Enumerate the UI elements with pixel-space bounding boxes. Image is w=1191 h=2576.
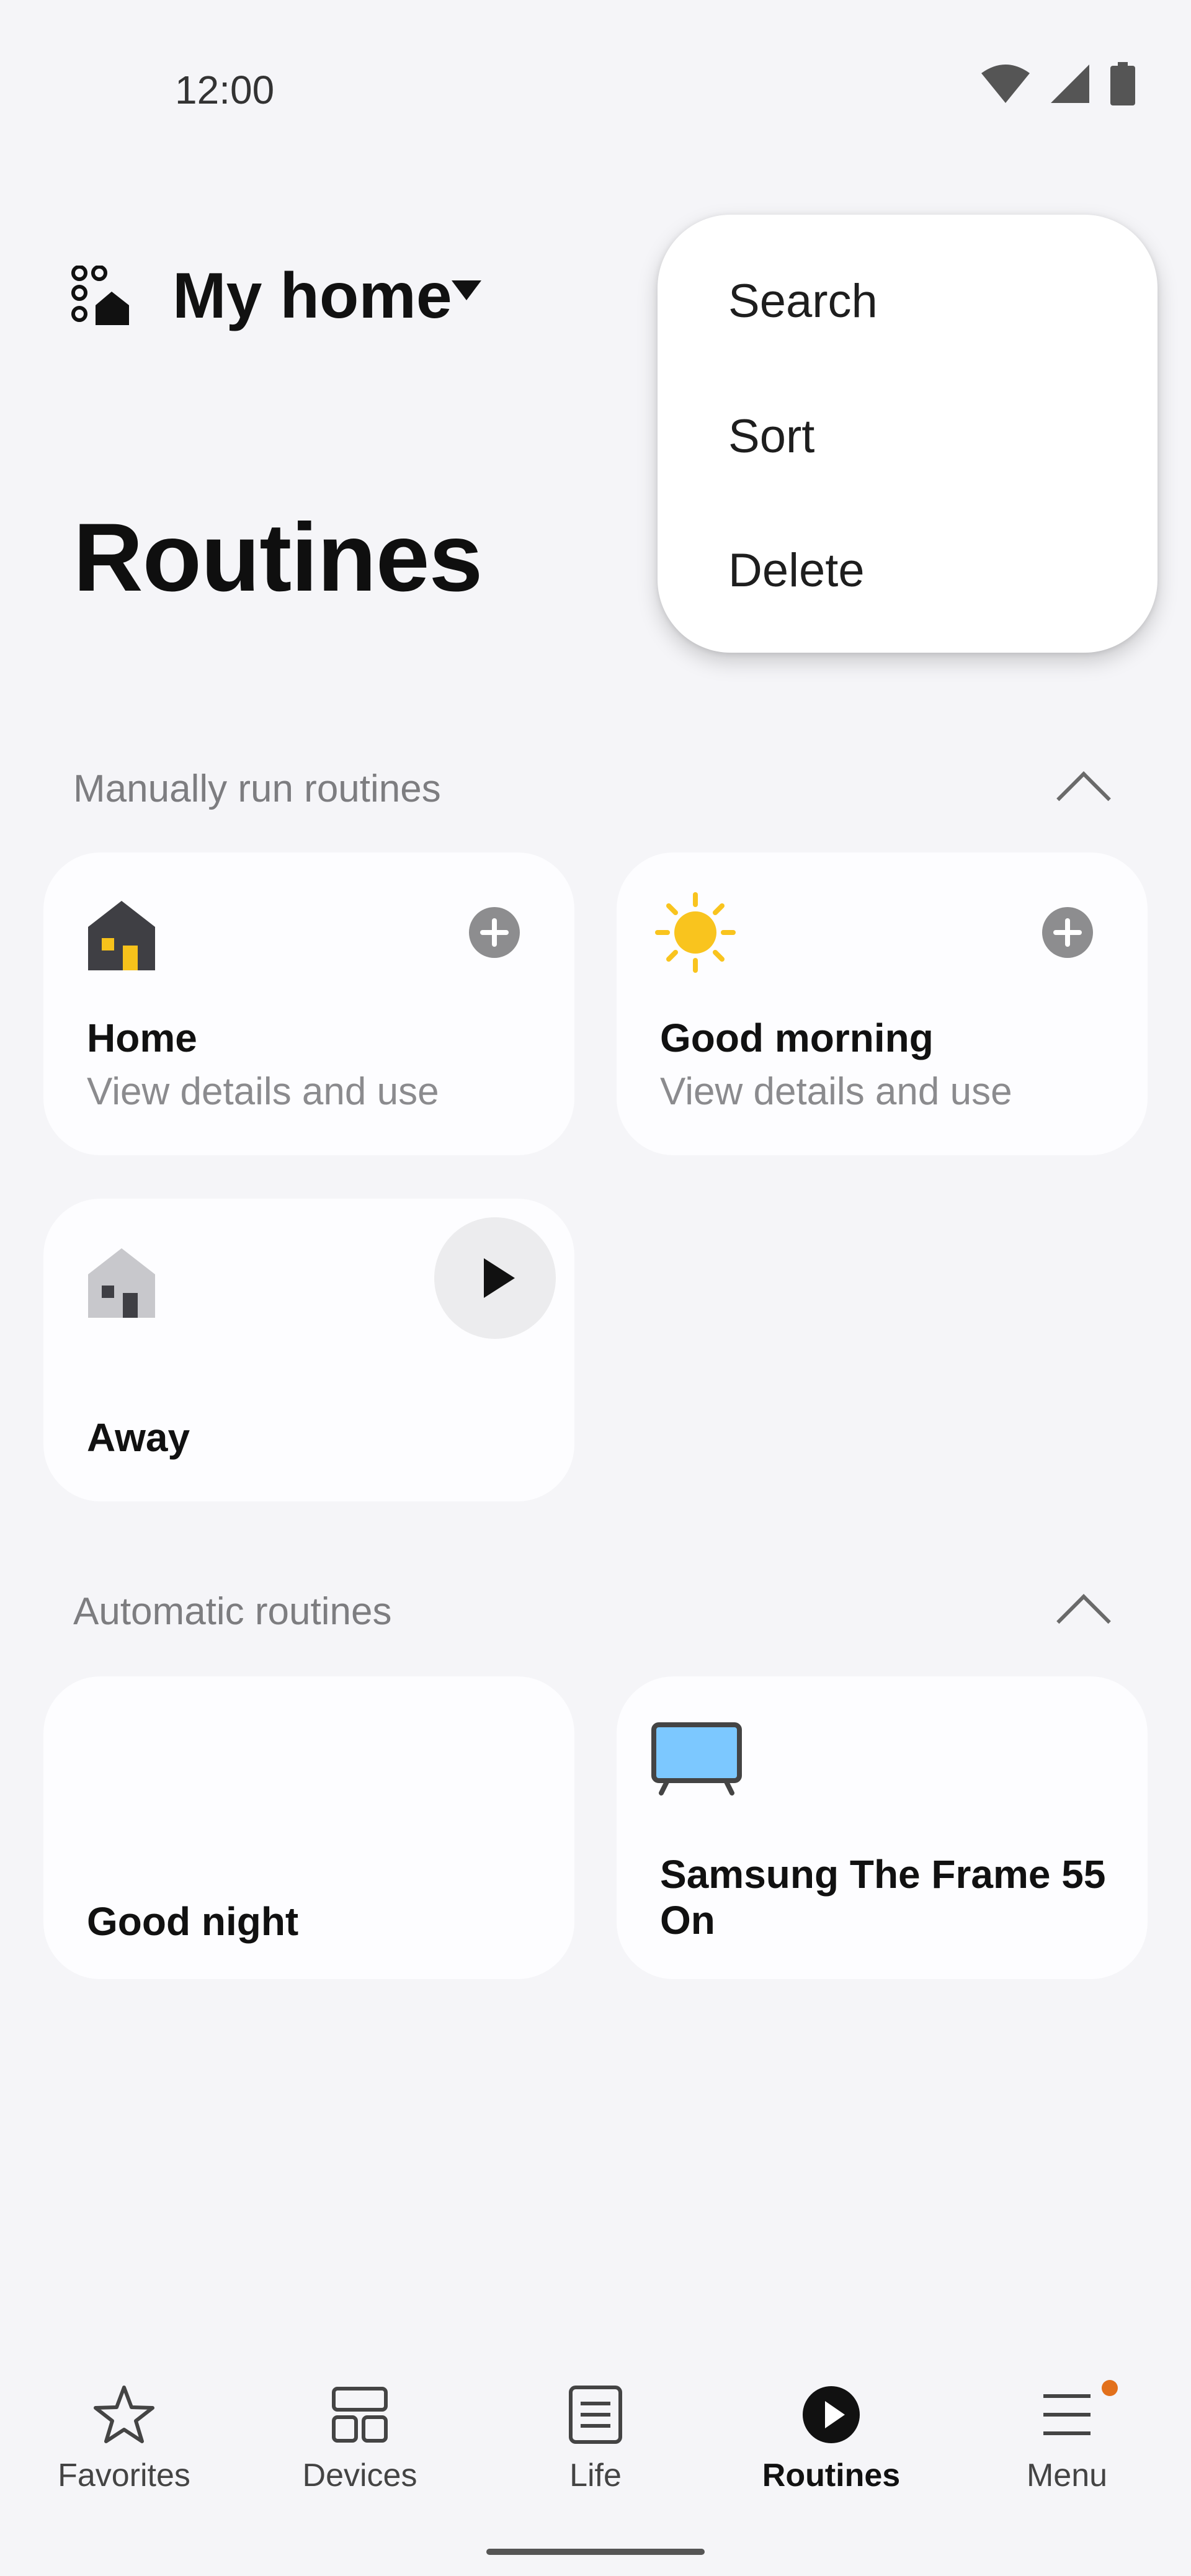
life-icon	[569, 2386, 622, 2444]
nav-favorites[interactable]: Favorites	[5, 2345, 243, 2493]
nav-routines[interactable]: Routines	[712, 2345, 950, 2493]
add-to-favorites-button[interactable]	[469, 907, 520, 958]
nav-label: Favorites	[58, 2457, 190, 2493]
collapse-chevron-icon[interactable]	[1056, 771, 1111, 826]
menu-item-sort[interactable]: Sort	[728, 409, 814, 463]
wifi-icon	[981, 65, 1030, 103]
status-icons	[981, 62, 1135, 105]
add-to-favorites-button[interactable]	[1042, 907, 1093, 958]
play-icon	[484, 1258, 515, 1298]
card-title: Good night	[87, 1899, 299, 1944]
run-routine-button[interactable]	[434, 1217, 556, 1339]
routine-card-away[interactable]: Away	[43, 1199, 574, 1501]
routine-card-tv[interactable]: Samsung The Frame 55 On	[617, 1676, 1148, 1979]
menu-icon	[1043, 2394, 1091, 2435]
nav-devices[interactable]: Devices	[241, 2345, 479, 2493]
devices-icon	[332, 2387, 388, 2443]
status-time: 12:00	[175, 68, 275, 112]
routine-card-good-morning[interactable]: Good morning View details and use	[617, 852, 1148, 1155]
bottom-navigation: Favorites Devices Life Routines Menu	[0, 2345, 1191, 2576]
overflow-menu: Search Sort Delete	[658, 215, 1158, 653]
routine-card-good-night[interactable]: Good night	[43, 1676, 574, 1979]
page-title: Routines	[73, 504, 483, 612]
menu-item-search[interactable]: Search	[728, 274, 878, 328]
home-location-icon[interactable]	[71, 266, 130, 325]
star-icon	[94, 2386, 154, 2443]
play-circle-icon	[803, 2386, 860, 2443]
home-selector[interactable]: My home	[172, 259, 452, 333]
menu-item-delete[interactable]: Delete	[728, 543, 865, 597]
card-title: Home	[87, 1016, 197, 1060]
card-title: Away	[87, 1415, 190, 1460]
nav-label: Devices	[302, 2457, 417, 2493]
house-away-icon	[88, 1248, 155, 1318]
tv-icon	[651, 1722, 742, 1796]
signal-icon	[1051, 65, 1089, 103]
card-subtitle: View details and use	[87, 1070, 439, 1113]
nav-menu[interactable]: Menu	[948, 2345, 1186, 2493]
notification-badge	[1102, 2380, 1118, 2396]
section-label-manual: Manually run routines	[73, 767, 441, 810]
battery-icon	[1110, 62, 1135, 105]
chevron-down-icon[interactable]	[452, 280, 481, 300]
section-label-automatic: Automatic routines	[73, 1590, 392, 1633]
collapse-chevron-icon[interactable]	[1056, 1594, 1111, 1648]
moon-icon	[88, 1724, 153, 1784]
home-gesture-bar[interactable]	[486, 2549, 705, 2555]
nav-life[interactable]: Life	[476, 2345, 715, 2493]
card-title: Samsung The Frame 55 On	[660, 1852, 1106, 1943]
card-title: Good morning	[660, 1016, 934, 1060]
nav-label: Life	[569, 2457, 622, 2493]
card-subtitle: View details and use	[660, 1070, 1012, 1113]
routine-card-home[interactable]: Home View details and use	[43, 852, 574, 1155]
nav-label: Menu	[1026, 2457, 1108, 2493]
sun-icon	[655, 892, 736, 973]
nav-label: Routines	[762, 2457, 901, 2493]
house-icon	[88, 901, 155, 970]
